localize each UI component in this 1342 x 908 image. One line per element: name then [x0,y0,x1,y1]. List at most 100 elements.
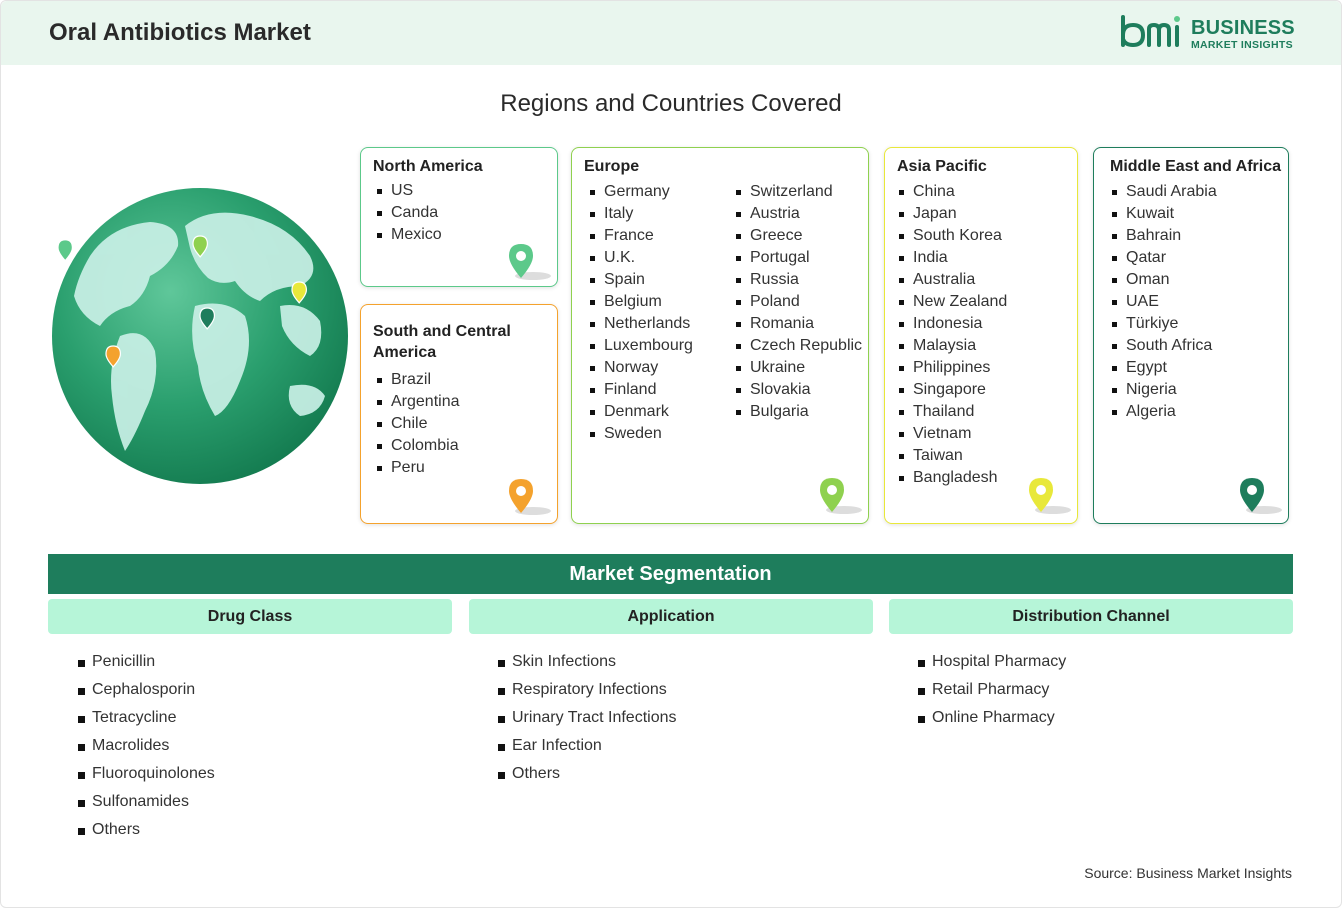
list-item: Bahrain [1110,225,1217,247]
list-item: Colombia [375,435,460,457]
list-item: Nigeria [1110,379,1217,401]
list-item: Belgium [588,291,693,313]
list-item: Tetracycline [78,704,215,732]
region-title: North America [373,158,483,175]
list-item: Macrolides [78,732,215,760]
list-item: Kuwait [1110,203,1217,225]
source-note: Source: Business Market Insights [1084,865,1292,881]
location-pin-icon [820,478,862,514]
list-item: China [897,181,1007,203]
list-item: France [588,225,693,247]
list-item: Urinary Tract Infections [498,704,677,732]
list-item: Online Pharmacy [918,704,1066,732]
list-item: Ear Infection [498,732,677,760]
application-list: Skin Infections Respiratory Infections U… [498,648,677,788]
list-item: US [375,180,442,202]
regions-title: Regions and Countries Covered [500,90,842,117]
list-item: Saudi Arabia [1110,181,1217,203]
list-item: Retail Pharmacy [918,676,1066,704]
list-item: Peru [375,457,460,479]
list-item: Bulgaria [734,401,862,423]
list-item: Germany [588,181,693,203]
region-card-asia-pacific: Asia Pacific China Japan South Korea Ind… [884,147,1078,524]
segment-header-drug-class: Drug Class [48,599,452,634]
region-title: Middle East and Africa [1110,158,1281,175]
location-pin-icon [509,244,551,280]
list-item: Poland [734,291,862,313]
list-item: Qatar [1110,247,1217,269]
list-item: Cephalosporin [78,676,215,704]
list-item: Netherlands [588,313,693,335]
list-item: Algeria [1110,401,1217,423]
list-item: Argentina [375,391,460,413]
list-item: Penicillin [78,648,215,676]
country-list: US Canda Mexico [375,180,442,246]
region-card-mea: Middle East and Africa Saudi Arabia Kuwa… [1093,147,1289,524]
location-pin-icon [509,479,551,515]
list-item: Mexico [375,224,442,246]
page-title: Oral Antibiotics Market [49,19,311,46]
list-item: India [897,247,1007,269]
list-item: Türkiye [1110,313,1217,335]
list-item: Malaysia [897,335,1007,357]
list-item: Hospital Pharmacy [918,648,1066,676]
list-item: Philippines [897,357,1007,379]
region-card-south-america: South and Central America Brazil Argenti… [360,304,558,524]
page-header: Oral Antibiotics Market BUSINESS MARKET … [1,1,1341,65]
list-item: UAE [1110,291,1217,313]
bmi-logo-icon [1121,15,1180,48]
list-item: Skin Infections [498,648,677,676]
list-item: Denmark [588,401,693,423]
country-list: Brazil Argentina Chile Colombia Peru [375,369,460,479]
logo-text-secondary: MARKET INSIGHTS [1191,39,1293,51]
country-list: China Japan South Korea India Australia … [897,181,1007,489]
list-item: South Africa [1110,335,1217,357]
list-item: Greece [734,225,862,247]
list-item: Canda [375,202,442,224]
list-item: Spain [588,269,693,291]
country-list: Saudi Arabia Kuwait Bahrain Qatar Oman U… [1110,181,1217,423]
list-item: Indonesia [897,313,1007,335]
list-item: U.K. [588,247,693,269]
list-item: Australia [897,269,1007,291]
segment-header-distribution: Distribution Channel [889,599,1293,634]
list-item: Oman [1110,269,1217,291]
list-item: Czech Republic [734,335,862,357]
list-item: Others [78,816,215,844]
list-item: Slovakia [734,379,862,401]
drug-class-list: Penicillin Cephalosporin Tetracycline Ma… [78,648,215,844]
list-item: Switzerland [734,181,862,203]
country-list-col1: Germany Italy France U.K. Spain Belgium … [588,181,693,445]
list-item: Finland [588,379,693,401]
logo-text-primary: BUSINESS [1191,17,1295,39]
list-item: Brazil [375,369,460,391]
segment-header-application: Application [469,599,873,634]
list-item: Austria [734,203,862,225]
list-item: Vietnam [897,423,1007,445]
list-item: Fluoroquinolones [78,760,215,788]
region-card-north-america: North America US Canda Mexico [360,147,558,287]
list-item: Romania [734,313,862,335]
globe-illustration [50,186,350,486]
region-title: South and Central America [373,323,511,361]
location-pin-icon [1029,478,1071,514]
country-list-col2: Switzerland Austria Greece Portugal Russ… [734,181,862,423]
list-item: Chile [375,413,460,435]
distribution-list: Hospital Pharmacy Retail Pharmacy Online… [918,648,1066,732]
list-item: Others [498,760,677,788]
list-item: Taiwan [897,445,1007,467]
region-title: Asia Pacific [897,158,987,175]
region-title: Europe [584,158,640,175]
list-item: South Korea [897,225,1007,247]
list-item: Respiratory Infections [498,676,677,704]
list-item: Portugal [734,247,862,269]
list-item: Japan [897,203,1007,225]
brand-logo: BUSINESS MARKET INSIGHTS [1119,13,1299,55]
list-item: Russia [734,269,862,291]
list-item: Luxembourg [588,335,693,357]
list-item: Ukraine [734,357,862,379]
list-item: Sulfonamides [78,788,215,816]
list-item: Singapore [897,379,1007,401]
segmentation-title: Market Segmentation [48,554,1293,594]
globe-pin-north-america-icon [57,239,74,262]
